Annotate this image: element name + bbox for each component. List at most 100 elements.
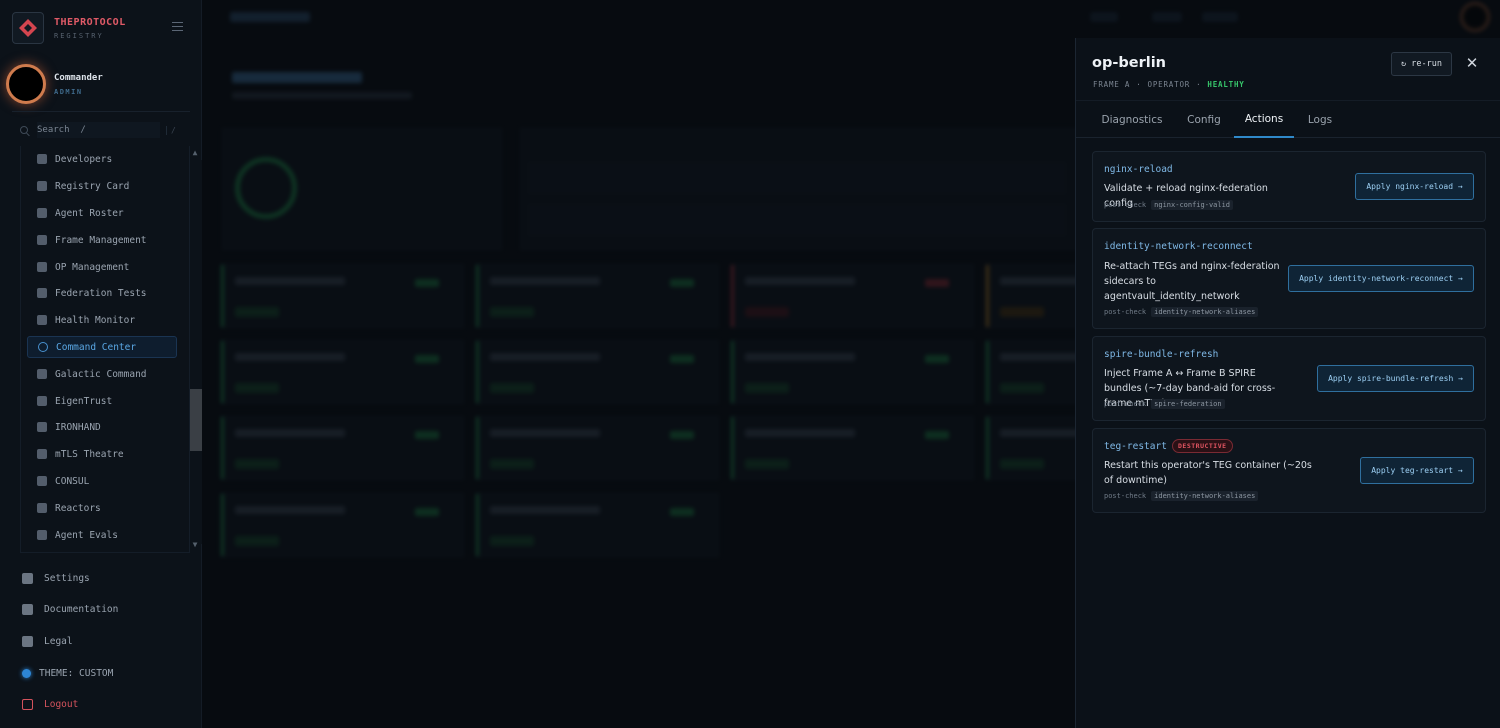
search-icon (20, 126, 28, 134)
tab-config[interactable]: Config (1176, 101, 1232, 138)
developers-icon (37, 154, 47, 164)
top-avatar (1460, 2, 1490, 32)
action-name: nginx-reload (1104, 164, 1173, 175)
ironhand-icon (37, 422, 47, 432)
logout-button[interactable]: Logout (22, 699, 78, 710)
apply-nginx-reload-button[interactable]: Apply nginx-reload → (1355, 173, 1474, 200)
app-root: THEPROTOCOL REGISTRY Commander ADMIN / ▲… (0, 0, 1500, 728)
sidebar-item-agent-evals[interactable]: Agent Evals (27, 524, 177, 546)
tab-logs[interactable]: Logs (1298, 101, 1342, 138)
sidebar-nav: Developers Registry Card Agent Roster Fr… (20, 146, 190, 553)
operator-card (730, 340, 974, 404)
sidebar-item-registry-card[interactable]: Registry Card (27, 175, 177, 197)
sidebar-item-label: Frame Management (55, 234, 147, 246)
operator-card (220, 493, 464, 557)
scroll-up-icon[interactable]: ▲ (190, 148, 200, 157)
status-pill (1152, 12, 1182, 22)
sidebar-item-ironhand[interactable]: IRONHAND (27, 416, 177, 438)
action-description: Restart this operator's TEG container (~… (1104, 460, 1312, 486)
gear-icon (22, 573, 33, 584)
brand-name: THEPROTOCOL (54, 16, 126, 28)
theme-label: THEME: CUSTOM (39, 668, 114, 679)
post-check: post-check nginx-config-valid (1104, 200, 1234, 210)
consul-icon (37, 476, 47, 486)
user-profile[interactable]: Commander ADMIN (6, 64, 103, 104)
sidebar-item-reactors[interactable]: Reactors (27, 497, 177, 519)
theme-toggle[interactable]: THEME: CUSTOM (22, 668, 113, 679)
post-check: post-check spire-federation (1104, 399, 1225, 409)
status-pill (1202, 12, 1238, 22)
sidebar-item-health-monitor[interactable]: Health Monitor (27, 309, 177, 331)
sidebar-item-developers[interactable]: Developers (27, 148, 177, 170)
documentation-link[interactable]: Documentation (22, 604, 118, 615)
sidebar-item-galactic-command[interactable]: Galactic Command (27, 363, 177, 385)
alert-row (527, 161, 1067, 195)
sidebar-item-label: IRONHAND (55, 421, 101, 433)
op-management-icon (37, 262, 47, 272)
sidebar-item-label: EigenTrust (55, 395, 113, 407)
tab-diagnostics[interactable]: Diagnostics (1092, 101, 1172, 138)
apply-identity-network-reconnect-button[interactable]: Apply identity-network-reconnect → (1288, 265, 1474, 292)
status-pill (1090, 12, 1118, 22)
operator-card (220, 416, 464, 480)
nav-scrollbar-track[interactable] (188, 160, 202, 544)
role-label: OPERATOR (1147, 80, 1191, 89)
page-title (232, 72, 362, 83)
sidebar-item-eigentrust[interactable]: EigenTrust (27, 390, 177, 412)
sidebar-item-label: CONSUL (55, 475, 90, 487)
operator-card (730, 416, 974, 480)
action-card-spire-bundle-refresh: spire-bundle-refresh Inject Frame A ↔ Fr… (1092, 336, 1486, 421)
nav-scrollbar-thumb[interactable] (189, 389, 202, 451)
tab-actions[interactable]: Actions (1234, 101, 1294, 138)
frame-card (730, 264, 974, 328)
post-check-label: post-check (1104, 400, 1147, 408)
sidebar-item-command-center[interactable]: Command Center (27, 336, 177, 358)
documentation-label: Documentation (44, 604, 119, 615)
sidebar-item-op-management[interactable]: OP Management (27, 256, 177, 278)
logout-icon (22, 699, 33, 710)
close-icon[interactable]: ✕ (1465, 56, 1479, 71)
sidebar-item-label: Agent Evals (55, 529, 118, 541)
operator-card (220, 340, 464, 404)
sidebar-item-label: Federation Tests (55, 287, 147, 299)
apply-teg-restart-button[interactable]: Apply teg-restart → (1360, 457, 1474, 484)
collapse-menu-icon[interactable] (172, 22, 183, 31)
operator-card (475, 340, 719, 404)
legal-document-icon (22, 636, 33, 647)
sidebar-item-consul[interactable]: CONSUL (27, 470, 177, 492)
breadcrumb (230, 12, 310, 22)
settings-link[interactable]: Settings (22, 573, 90, 584)
legal-link[interactable]: Legal (22, 636, 73, 647)
theme-dot-icon (22, 669, 31, 678)
sidebar-item-federation-tests[interactable]: Federation Tests (27, 282, 177, 304)
frame-card (220, 264, 464, 328)
post-check-tag: nginx-config-valid (1151, 200, 1234, 210)
book-icon (22, 604, 33, 615)
post-check: post-check identity-network-aliases (1104, 491, 1259, 501)
action-name: identity-network-reconnect (1104, 241, 1253, 252)
health-monitor-icon (37, 315, 47, 325)
sidebar-item-label: mTLS Theatre (55, 448, 124, 460)
apply-spire-bundle-refresh-button[interactable]: Apply spire-bundle-refresh → (1317, 365, 1474, 392)
scroll-down-icon[interactable]: ▼ (190, 540, 200, 549)
post-check-tag: identity-network-aliases (1151, 307, 1259, 317)
rerun-button[interactable]: ↻ re-run (1391, 52, 1452, 76)
sidebar-item-label: Health Monitor (55, 314, 136, 326)
drawer-title: op-berlin (1092, 55, 1166, 71)
action-name: teg-restart (1104, 441, 1167, 452)
search-input[interactable] (37, 122, 160, 138)
diamond-logo-icon (12, 12, 44, 44)
sidebar-item-agent-roster[interactable]: Agent Roster (27, 202, 177, 224)
sidebar-item-frame-management[interactable]: Frame Management (27, 229, 177, 251)
sidebar-item-label: Registry Card (55, 180, 130, 192)
page-subtitle (232, 92, 412, 99)
sidebar-item-mtls-theatre[interactable]: mTLS Theatre (27, 443, 177, 465)
federation-tests-icon (37, 288, 47, 298)
action-card-nginx-reload: nginx-reload Validate + reload nginx-fed… (1092, 151, 1486, 222)
action-description: Re-attach TEGs and nginx-federation side… (1104, 261, 1280, 302)
agent-roster-icon (37, 208, 47, 218)
brand[interactable]: THEPROTOCOL REGISTRY (12, 12, 126, 44)
action-card-identity-network-reconnect: identity-network-reconnect Re-attach TEG… (1092, 228, 1486, 329)
settings-label: Settings (44, 573, 90, 584)
action-name: spire-bundle-refresh (1104, 349, 1219, 360)
